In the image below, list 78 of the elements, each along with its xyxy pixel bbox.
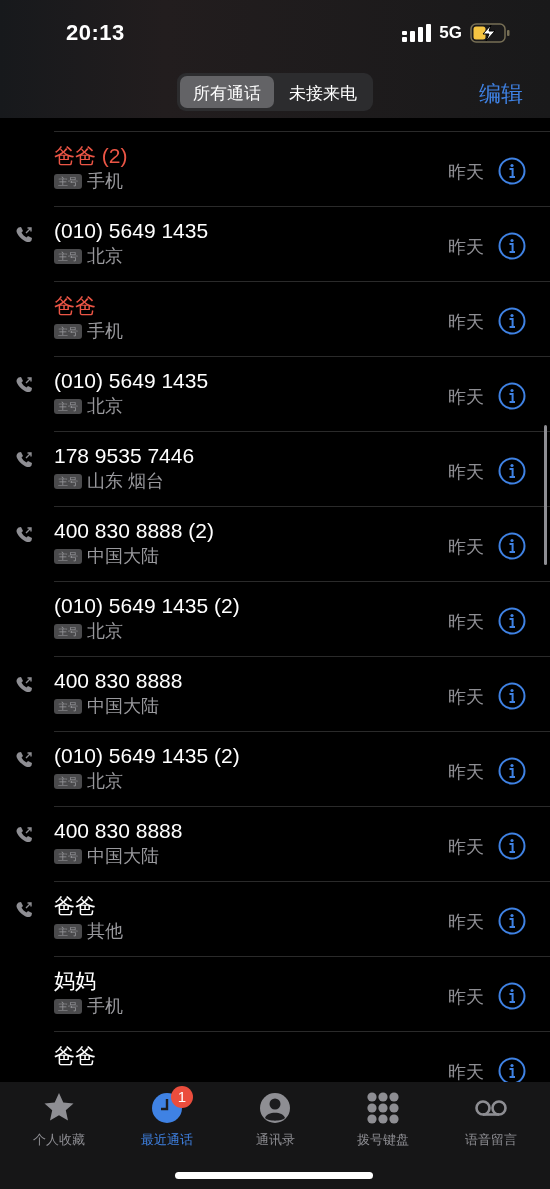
call-date: 昨天 bbox=[448, 161, 484, 184]
notification-badge: 1 bbox=[171, 1086, 193, 1108]
call-location: 其他 bbox=[87, 920, 123, 943]
line-tag: 主号 bbox=[54, 248, 82, 264]
line-tag: 主号 bbox=[54, 323, 82, 339]
tab-item[interactable]: 语音留言 bbox=[437, 1082, 545, 1149]
line-tag: 主号 bbox=[54, 623, 82, 639]
caller-name: 爸爸 (2) bbox=[54, 143, 129, 169]
call-date: 昨天 bbox=[448, 686, 484, 709]
call-date: 昨天 bbox=[448, 986, 484, 1009]
segment-tab[interactable]: 所有通话 bbox=[180, 76, 274, 108]
caller-name: (010) 5649 1435 (2) bbox=[54, 593, 241, 619]
call-date: 昨天 bbox=[448, 236, 484, 259]
line-tag: 主号 bbox=[54, 548, 82, 564]
tab-item[interactable]: 通讯录 bbox=[221, 1082, 329, 1149]
call-location: 山东 烟台 bbox=[87, 470, 164, 493]
keypad-icon bbox=[366, 1091, 400, 1125]
call-location: 手机 bbox=[87, 170, 123, 193]
caller-name: 400 830 8888 bbox=[54, 818, 184, 844]
segment-tab[interactable]: 未接来电 bbox=[276, 76, 370, 108]
info-icon[interactable] bbox=[498, 1057, 526, 1082]
caller-name: 爸爸 bbox=[54, 893, 97, 919]
info-icon[interactable] bbox=[498, 982, 526, 1010]
call-date: 昨天 bbox=[448, 611, 484, 634]
caller-name: 400 830 8888 bbox=[54, 668, 184, 694]
info-icon[interactable] bbox=[498, 307, 526, 335]
info-icon[interactable] bbox=[498, 457, 526, 485]
info-icon[interactable] bbox=[498, 832, 526, 860]
call-location: 北京 bbox=[87, 770, 123, 793]
line-tag: 主号 bbox=[54, 998, 82, 1014]
info-icon[interactable] bbox=[498, 532, 526, 560]
tab-item[interactable]: 个人收藏 bbox=[5, 1082, 113, 1149]
call-date: 昨天 bbox=[448, 911, 484, 934]
signal-icon bbox=[402, 24, 432, 42]
call-date: 昨天 bbox=[448, 536, 484, 559]
call-date: 昨天 bbox=[448, 311, 484, 334]
line-tag: 主号 bbox=[54, 848, 82, 864]
info-icon[interactable] bbox=[498, 607, 526, 635]
status-time: 20:13 bbox=[66, 20, 126, 46]
caller-name: 爸爸 bbox=[54, 293, 97, 319]
tab-item[interactable]: 最近通话 1 bbox=[113, 1082, 221, 1149]
caller-name: (010) 5649 1435 bbox=[54, 218, 210, 244]
caller-name: 178 9535 7446 bbox=[54, 443, 196, 469]
info-icon[interactable] bbox=[498, 757, 526, 785]
call-location: 手机 bbox=[87, 320, 123, 343]
call-location: 手机 bbox=[87, 995, 123, 1018]
network-label: 5G bbox=[439, 23, 462, 43]
line-tag: 主号 bbox=[54, 773, 82, 789]
call-location: 北京 bbox=[87, 245, 123, 268]
info-icon[interactable] bbox=[498, 907, 526, 935]
line-tag: 主号 bbox=[54, 398, 82, 414]
line-tag: 主号 bbox=[54, 923, 82, 939]
caller-name: 妈妈 bbox=[54, 968, 97, 994]
info-icon[interactable] bbox=[498, 382, 526, 410]
caller-name: (010) 5649 1435 (2) bbox=[54, 743, 241, 769]
line-tag: 主号 bbox=[54, 698, 82, 714]
battery-charging-icon bbox=[470, 23, 510, 43]
call-location: 中国大陆 bbox=[87, 545, 159, 568]
call-date: 昨天 bbox=[448, 836, 484, 859]
call-date: 昨天 bbox=[448, 386, 484, 409]
call-date: 昨天 bbox=[448, 461, 484, 484]
tab-item[interactable]: 拨号键盘 bbox=[329, 1082, 437, 1149]
info-icon[interactable] bbox=[498, 682, 526, 710]
caller-name: 400 830 8888 (2) bbox=[54, 518, 215, 544]
caller-name: 爸爸 bbox=[54, 1043, 97, 1069]
line-tag: 主号 bbox=[54, 173, 82, 189]
contact-icon bbox=[258, 1091, 292, 1125]
info-icon[interactable] bbox=[498, 157, 526, 185]
call-location: 中国大陆 bbox=[87, 845, 159, 868]
call-location: 北京 bbox=[87, 620, 123, 643]
call-date: 昨天 bbox=[448, 761, 484, 784]
call-date: 昨天 bbox=[448, 1061, 484, 1082]
info-icon[interactable] bbox=[498, 232, 526, 260]
call-location: 北京 bbox=[87, 395, 123, 418]
caller-name: (010) 5649 1435 bbox=[54, 368, 210, 394]
call-location: 中国大陆 bbox=[87, 695, 159, 718]
line-tag: 主号 bbox=[54, 473, 82, 489]
edit-button[interactable]: 编辑 bbox=[479, 78, 523, 110]
